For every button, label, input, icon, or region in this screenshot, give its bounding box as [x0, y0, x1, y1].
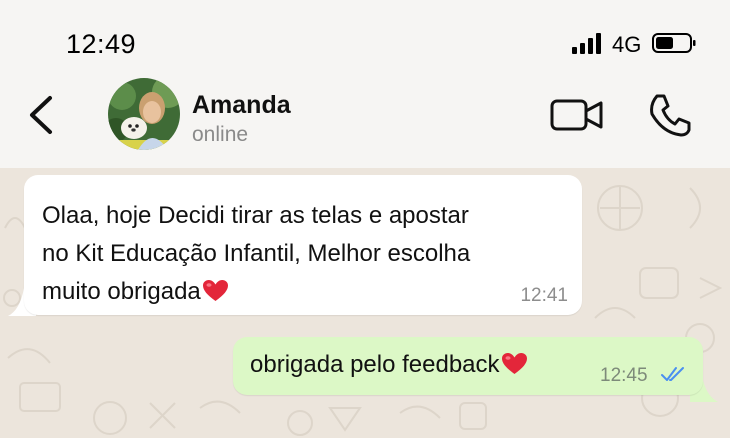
outgoing-message-time: 12:45: [600, 365, 648, 386]
outgoing-message-bubble[interactable]: obrigada pelo feedback 12:45: [233, 337, 703, 395]
message-line: muito obrigada: [42, 278, 201, 305]
incoming-message-bubble[interactable]: Olaa, hoje Decidi tirar as telas e apost…: [24, 175, 582, 315]
video-camera-icon[interactable]: [549, 96, 605, 134]
back-chevron-icon[interactable]: [22, 92, 62, 138]
incoming-message-text: Olaa, hoje Decidi tirar as telas e apost…: [42, 197, 562, 311]
network-type: 4G: [612, 32, 642, 57]
heart-emoji-icon: [202, 280, 228, 301]
heart-emoji-icon: [501, 353, 527, 374]
status-time: 12:49: [66, 29, 137, 59]
chat-header: Amanda online: [0, 78, 730, 168]
signal-icon: [572, 33, 601, 54]
message-line: Olaa, hoje Decidi tirar as telas e apost…: [42, 202, 469, 229]
outgoing-message-text: obrigada pelo feedback: [250, 351, 528, 379]
status-bar: 12:49 4G: [0, 0, 730, 78]
chat-area[interactable]: Olaa, hoje Decidi tirar as telas e apost…: [0, 168, 730, 438]
incoming-message-time: 12:41: [520, 285, 568, 306]
message-line: no Kit Educação Infantil, Melhor escolha: [42, 240, 471, 267]
avatar[interactable]: [108, 78, 180, 150]
avatar-photo: [108, 78, 180, 150]
double-check-read-icon: [661, 367, 684, 381]
message-line-last: muito obrigada: [42, 273, 562, 311]
contact-status: online: [192, 123, 249, 146]
phone-icon[interactable]: [647, 92, 693, 138]
outgoing-text: obrigada pelo feedback: [250, 351, 500, 378]
contact-name[interactable]: Amanda: [192, 91, 291, 120]
battery-icon: [652, 33, 696, 53]
